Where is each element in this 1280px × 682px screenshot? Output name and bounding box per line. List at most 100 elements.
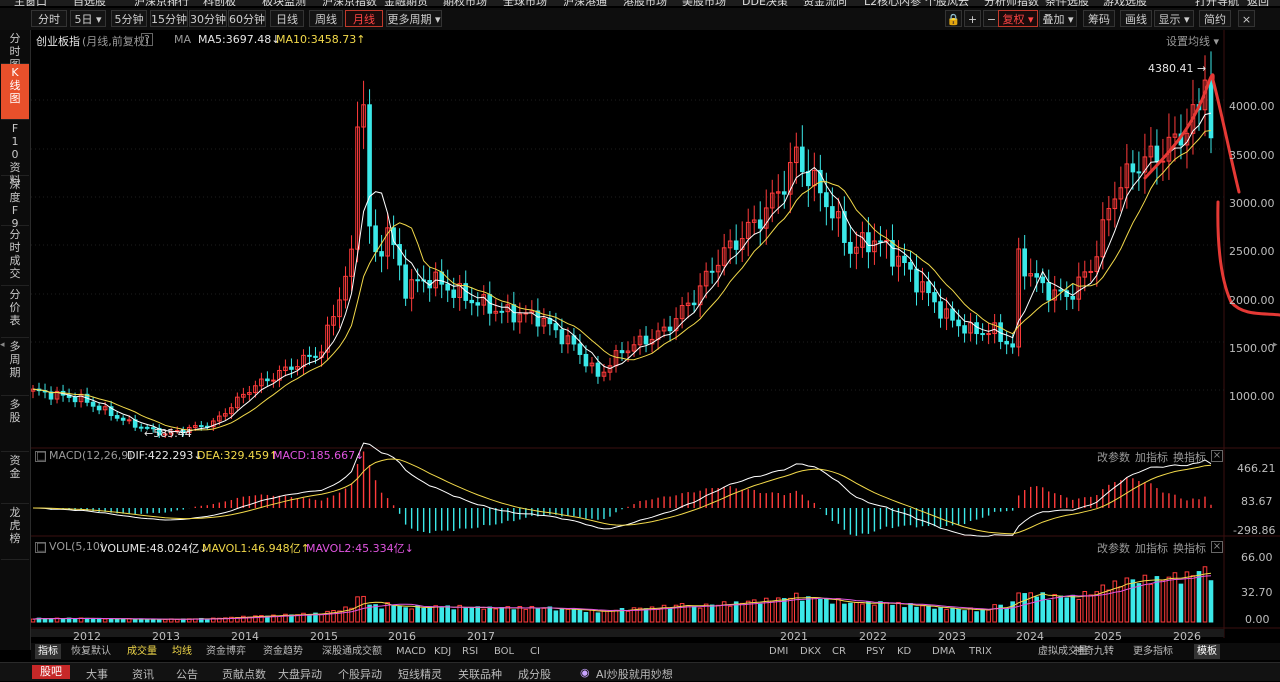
toolbar-button[interactable]: 简约 [1199,10,1231,27]
indicator-tab[interactable]: KD [894,644,914,659]
top-menu-item[interactable]: 沪深京排行 [134,0,189,6]
left-nav-item[interactable]: 资金 [1,452,29,504]
close-icon[interactable]: × [1211,541,1223,553]
left-nav-item[interactable]: K线图 [1,64,29,120]
indicator-tab[interactable]: DKX [797,644,824,659]
help-button[interactable]: ? [141,33,153,46]
candle-body [1088,270,1094,273]
indicator-tab[interactable]: 资金博弈 [203,644,249,659]
left-nav-item[interactable]: 多股 [1,396,29,452]
indicator-tab[interactable]: 资金趋势 [260,644,306,659]
vol-add-indicator[interactable]: 加指标 [1135,540,1168,556]
collapse-left-icon[interactable]: ◂ [0,340,5,350]
top-menu-item[interactable]: 条件选股 [1045,0,1089,6]
macd-switch-indicator[interactable]: 换指标 [1173,449,1206,465]
indicator-tab[interactable]: 深股通成交额 [319,644,385,659]
top-menu-item[interactable]: DDE决策 [742,0,788,6]
toolbar-button[interactable]: 叠加 ▾ [1039,10,1077,27]
top-menu-item[interactable]: 金融期货 [384,0,428,6]
close-icon[interactable]: × [1211,450,1223,462]
candle-body [535,310,541,327]
indicator-tab[interactable]: 神奇九转 [1071,644,1117,659]
top-menu-item[interactable]: 打开导航 [1195,0,1239,6]
indicator-tab[interactable]: MACD [393,644,429,659]
indicator-tab[interactable]: 均线 [169,644,195,659]
period-button[interactable]: 15分钟 [150,10,188,27]
period-button[interactable]: 日线 [270,10,304,27]
top-menu-item[interactable]: 板块监测 [262,0,306,6]
toolbar-button[interactable]: 画线 [1120,10,1152,27]
left-nav-item[interactable]: 多周期 [1,338,29,396]
macd-edit-params[interactable]: 改参数 [1097,449,1130,465]
indicator-tab[interactable]: PSY [863,644,888,659]
top-menu-item[interactable]: 沪深京指数 [322,0,377,6]
top-menu-item[interactable]: 美股市场 [682,0,726,6]
toolbar-button[interactable]: 筹码 [1083,10,1115,27]
indicator-tab[interactable]: BOL [491,644,517,659]
top-menu-item[interactable]: 全球市场 [503,0,547,6]
toolbar-button-label: 简约 [1204,13,1226,26]
period-toolbar: 分时 5日 ▾ 5分钟 15分钟 30分钟 60分钟 日线 周线 月线 更多周期 ▾ 🔒 + − 复权 ▾… [0,8,1280,30]
close-icon[interactable]: × [1238,10,1255,27]
left-nav-item[interactable]: 分时成交 [1,226,29,286]
top-menu-item[interactable]: 沪深港通 [563,0,607,6]
ma-settings-link[interactable]: 设置均线 ▾ [1166,33,1219,49]
indicator-tab[interactable]: 指标 [35,644,61,659]
plus-icon[interactable]: + [964,10,981,27]
top-menu-item[interactable]: 科创板 [203,0,236,6]
volume-bar [391,605,396,623]
top-menu-item[interactable]: 个股风云 [925,0,969,6]
macd-add-indicator[interactable]: 加指标 [1135,449,1168,465]
left-nav-item[interactable]: 深度F9 [1,176,29,230]
period-button[interactable]: 30分钟 [189,10,227,27]
indicator-tab[interactable]: CR [829,644,849,659]
period-button[interactable]: 月线 [345,10,383,27]
bottom-tab[interactable]: 股吧 [32,665,70,679]
left-nav-item[interactable]: 龙虎榜 [1,504,29,560]
chevron-down-icon: ▾ [1180,13,1190,26]
left-nav-item[interactable]: F10资料 [1,120,29,187]
scrollbar[interactable] [31,629,1224,637]
top-menu-item[interactable]: 主窗口 [14,0,47,6]
top-menu-item[interactable]: 资金流向 [803,0,847,6]
indicator-tab[interactable]: DMI [766,644,791,659]
indicator-tab[interactable]: KDJ [431,644,454,659]
top-menu-item[interactable]: 返回 [1247,0,1269,6]
vol-edit-params[interactable]: 改参数 [1097,540,1130,556]
candle-body [379,251,384,257]
indicator-tab[interactable]: 模板 [1194,644,1220,659]
toolbar-button[interactable]: 复权 ▾ [998,10,1038,27]
left-nav-item[interactable]: 分时图 [1,30,29,71]
left-nav-item[interactable]: 分价表 [1,286,29,338]
indicator-tab[interactable]: 恢复默认 [68,644,114,659]
indicator-tab[interactable]: DMA [929,644,958,659]
top-menu-item[interactable]: L2核心内参 [864,0,921,6]
volume-bar [439,607,444,623]
vol-switch-indicator[interactable]: 换指标 [1173,540,1206,556]
top-menu-item[interactable]: 游戏选股 [1103,0,1147,6]
period-button[interactable]: 5日 ▾ [70,10,106,27]
top-menu-item[interactable]: 自选股 [73,0,106,6]
macd-collapse-icon[interactable]: □ [35,450,46,462]
candle-body [932,292,937,303]
indicator-tab[interactable]: CI [527,644,543,659]
indicator-tab[interactable]: 成交量 [124,644,160,659]
period-button[interactable]: 更多周期 ▾ [386,10,442,27]
top-menu-item[interactable]: 分析师指数 [984,0,1039,6]
top-menu-item[interactable]: 港股市场 [623,0,667,6]
vol-collapse-icon[interactable]: □ [35,541,46,553]
candle-body [926,281,931,294]
period-button[interactable]: 5分钟 [111,10,147,27]
indicator-tab[interactable]: RSI [459,644,481,659]
indicator-tab[interactable]: 更多指标 [1130,644,1176,659]
volume-bar [842,603,847,623]
lock-icon[interactable]: 🔒 [945,10,962,27]
top-menu-item[interactable]: 期权市场 [443,0,487,6]
period-button[interactable]: 60分钟 [228,10,266,27]
toolbar-button[interactable]: 显示 ▾ [1154,10,1194,27]
volume-bar [487,606,493,623]
period-button[interactable]: 分时 [31,10,67,27]
period-button[interactable]: 周线 [309,10,343,27]
vol-title: VOL(5,10) [49,540,105,553]
indicator-tab[interactable]: TRIX [966,644,995,659]
